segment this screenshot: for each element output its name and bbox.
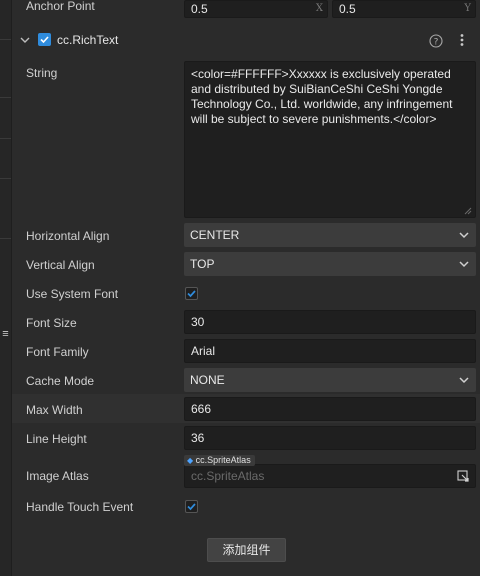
horizontal-align-select[interactable]: CENTER (184, 223, 476, 247)
use-system-font-checkbox[interactable] (185, 287, 198, 300)
gutter-divider (0, 238, 11, 239)
font-family-input[interactable]: Arial (184, 339, 476, 363)
asset-locate-icon[interactable] (457, 470, 469, 482)
line-height-input[interactable]: 36 (184, 426, 476, 450)
cache-mode-value: NONE (190, 373, 225, 387)
anchor-point-label: Anchor Point (26, 0, 95, 13)
max-width-input[interactable]: 666 (184, 397, 476, 421)
checkmark-icon (187, 290, 196, 298)
image-atlas-asset-field[interactable]: cc.SpriteAtlas (184, 464, 476, 488)
vertical-align-select[interactable]: TOP (184, 252, 476, 276)
line-height-label: Line Height (26, 432, 87, 446)
anchor-y-input[interactable]: 0.5 Y (332, 0, 476, 18)
left-panel-edge: ≡ (0, 0, 12, 576)
max-width-label: Max Width (26, 403, 83, 417)
anchor-x-value: 0.5 (191, 2, 208, 16)
checkmark-icon (40, 36, 49, 44)
question-circle-icon[interactable]: ? (429, 34, 443, 48)
string-textarea[interactable]: <color=#FFFFFF>Xxxxxx is exclusively ope… (184, 61, 476, 218)
cache-mode-select[interactable]: NONE (184, 368, 476, 392)
horizontal-align-value: CENTER (190, 228, 240, 242)
gutter-divider (0, 178, 11, 179)
anchor-y-value: 0.5 (339, 2, 356, 16)
svg-text:?: ? (434, 38, 439, 48)
anchor-point-row: Anchor Point 0.5 X 0.5 Y (12, 0, 480, 18)
richtext-component-header[interactable]: cc.RichText ? (12, 28, 480, 52)
component-title: cc.RichText (57, 33, 119, 47)
handle-touch-event-label: Handle Touch Event (26, 500, 134, 514)
asset-type-tag: ◆ cc.SpriteAtlas (184, 455, 255, 466)
handle-touch-event-checkbox[interactable] (185, 500, 198, 513)
chevron-down-icon (459, 377, 469, 384)
chevron-down-icon (459, 261, 469, 268)
horizontal-align-label: Horizontal Align (26, 229, 110, 243)
font-size-label: Font Size (26, 316, 77, 330)
vertical-align-value: TOP (190, 257, 215, 271)
cache-mode-label: Cache Mode (26, 374, 95, 388)
vertical-align-label: Vertical Align (26, 258, 95, 272)
image-atlas-label: Image Atlas (26, 469, 89, 483)
x-axis-label: X (315, 3, 323, 14)
use-system-font-label: Use System Font (26, 287, 119, 301)
checkmark-icon (187, 503, 196, 511)
inspector-panel: Anchor Point 0.5 X 0.5 Y cc.RichText ? S… (12, 0, 480, 576)
gutter-menu-icon: ≡ (2, 328, 9, 340)
gutter-divider (0, 39, 11, 40)
gutter-divider (0, 138, 11, 139)
chevron-down-icon (459, 232, 469, 239)
diamond-icon: ◆ (187, 456, 194, 465)
vertical-ellipsis-icon[interactable] (459, 33, 465, 47)
font-family-label: Font Family (26, 345, 89, 359)
asset-type-label: cc.SpriteAtlas (195, 455, 251, 465)
image-atlas-placeholder: cc.SpriteAtlas (191, 469, 265, 483)
gutter-divider (0, 97, 11, 98)
add-component-button[interactable]: 添加组件 (207, 538, 286, 562)
string-label: String (26, 66, 58, 80)
y-axis-label: Y (464, 3, 471, 14)
anchor-x-input[interactable]: 0.5 X (184, 0, 328, 18)
font-size-input[interactable]: 30 (184, 310, 476, 334)
resize-grip-icon[interactable] (464, 207, 472, 215)
component-enabled-checkbox[interactable] (38, 33, 51, 46)
collapse-chevron-icon[interactable] (20, 35, 30, 45)
